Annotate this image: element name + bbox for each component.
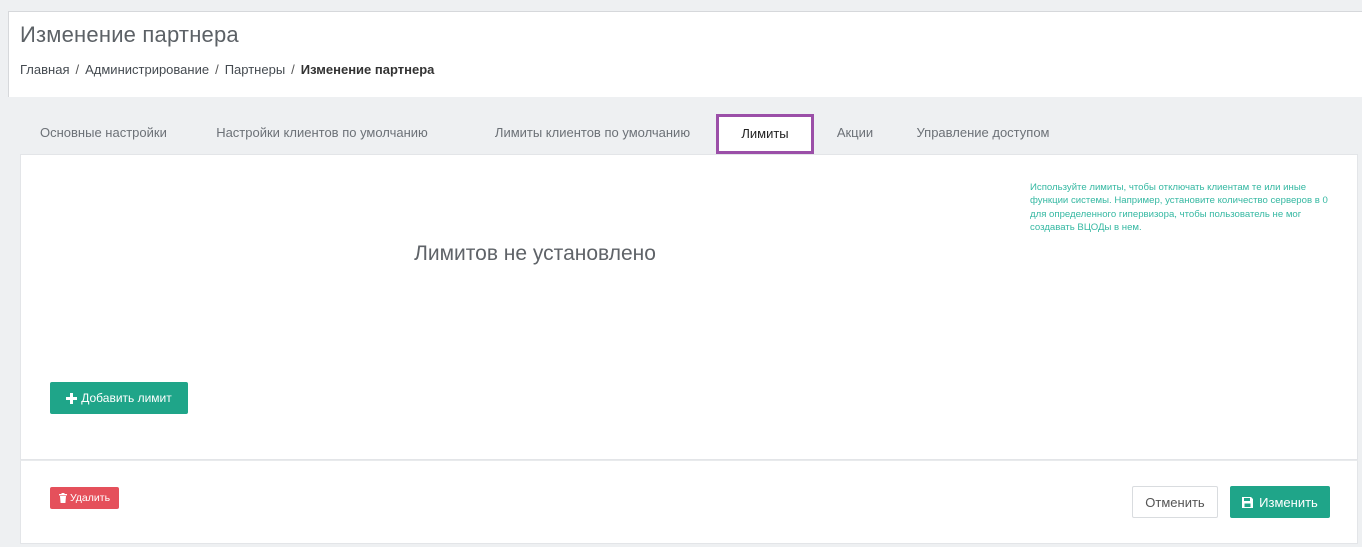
breadcrumb-home[interactable]: Главная: [20, 62, 69, 77]
add-limit-button[interactable]: Добавить лимит: [50, 382, 188, 414]
tab-main-settings[interactable]: Основные настройки: [40, 114, 167, 152]
breadcrumb-separator: /: [291, 62, 295, 77]
tab-default-client-settings[interactable]: Настройки клиентов по умолчанию: [204, 114, 440, 152]
form-footer: Удалить Отменить Изменить: [20, 460, 1358, 544]
tab-limits[interactable]: Лимиты: [716, 114, 814, 154]
page-title: Изменение партнера: [20, 22, 239, 47]
limits-panel: Лимитов не установлено Используйте лимит…: [20, 154, 1358, 460]
add-limit-label: Добавить лимит: [81, 391, 172, 405]
trash-icon: [58, 493, 67, 503]
tab-default-client-limits[interactable]: Лимиты клиентов по умолчанию: [485, 114, 700, 152]
tab-promotions[interactable]: Акции: [830, 114, 880, 152]
plus-icon: [66, 392, 78, 404]
breadcrumb: Главная / Администрирование / Партнеры / Измен…: [20, 62, 434, 77]
limits-hint: Используйте лимиты, чтобы отключать клие…: [1030, 182, 1328, 234]
tab-access-management[interactable]: Управление доступом: [903, 114, 1063, 152]
save-label: Изменить: [1259, 494, 1318, 510]
cancel-button[interactable]: Отменить: [1132, 486, 1218, 518]
delete-label: Удалить: [69, 492, 111, 504]
breadcrumb-current: Изменение партнера: [300, 62, 435, 77]
breadcrumb-separator: /: [215, 62, 219, 77]
breadcrumb-separator: /: [75, 62, 80, 77]
delete-button[interactable]: Удалить: [50, 487, 119, 509]
page-header: Изменение партнера Главная / Администриров…: [8, 11, 1362, 97]
breadcrumb-partners[interactable]: Партнеры: [225, 62, 285, 77]
save-button[interactable]: Изменить: [1230, 486, 1330, 518]
floppy-disk-icon: [1242, 496, 1254, 508]
empty-limits-message: Лимитов не установлено: [414, 242, 656, 265]
breadcrumb-administration[interactable]: Администрирование: [85, 62, 209, 77]
